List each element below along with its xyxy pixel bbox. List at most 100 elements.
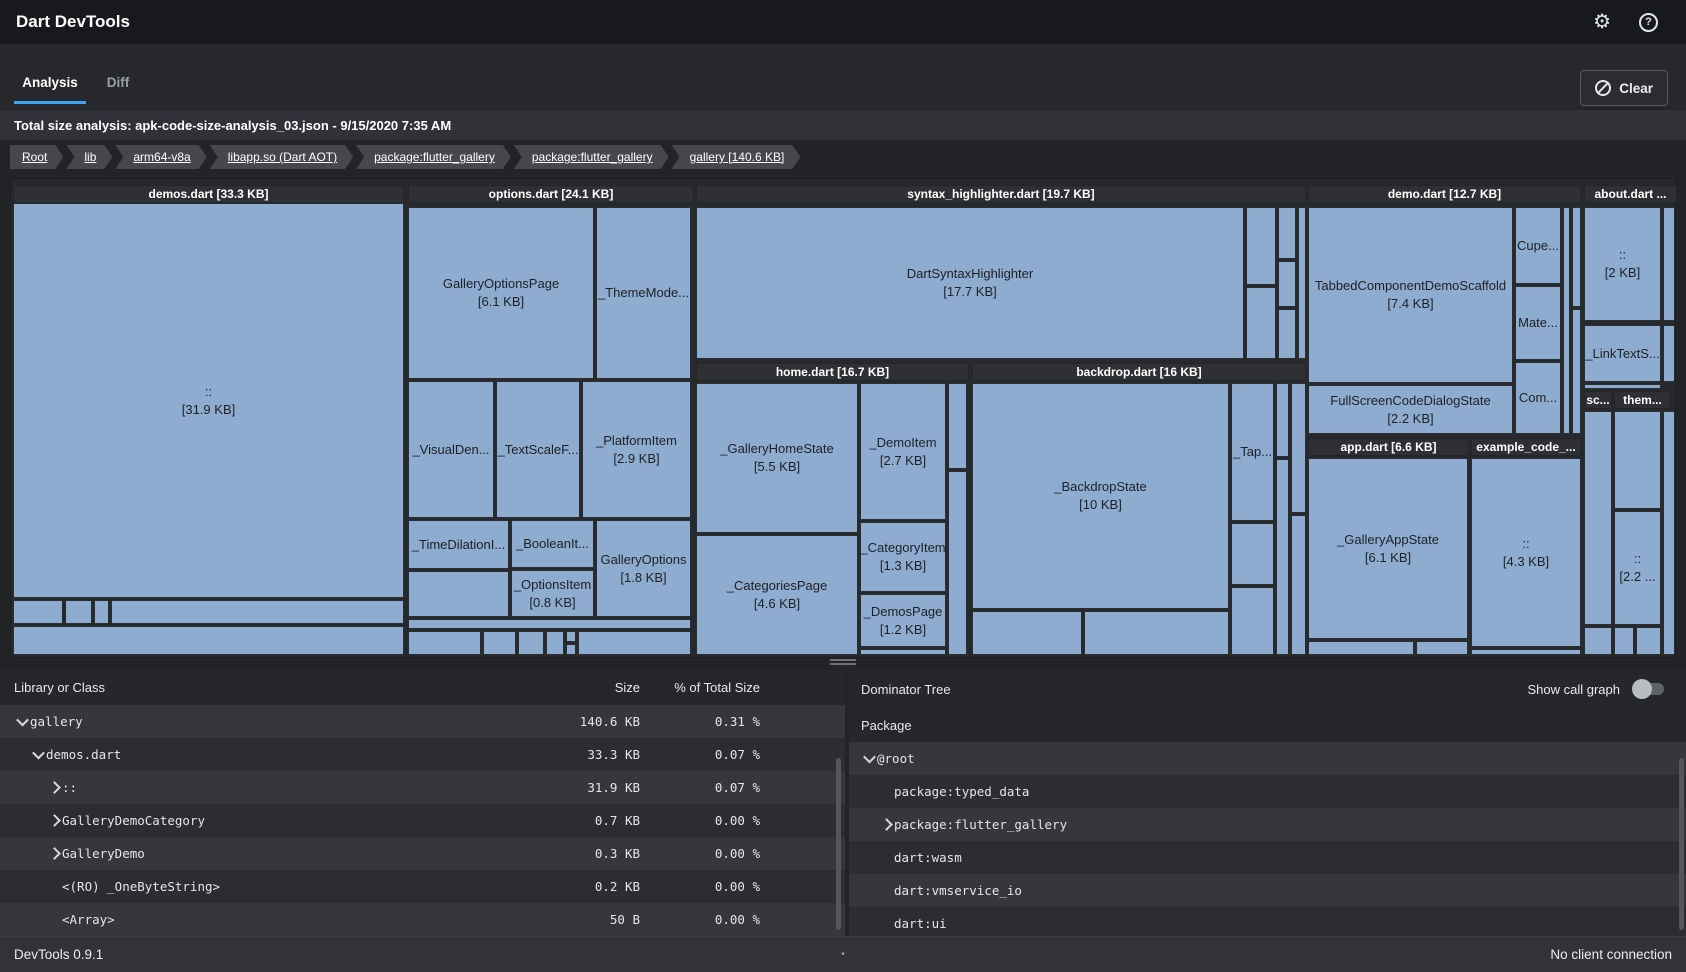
treemap-section-header[interactable]: backdrop.dart [16 KB] bbox=[972, 363, 1306, 381]
treemap-cell[interactable]: DartSyntaxHighlighter[17.7 KB] bbox=[696, 207, 1244, 359]
treemap-cell[interactable] bbox=[972, 611, 1082, 655]
breadcrumb-item[interactable]: package:flutter_gallery bbox=[356, 145, 511, 169]
treemap-cell[interactable]: _GalleryAppState[6.1 KB] bbox=[1308, 458, 1468, 639]
chevron-right-icon[interactable] bbox=[46, 849, 62, 858]
treemap-cell[interactable] bbox=[566, 631, 576, 642]
treemap-cell[interactable]: _OptionsItem[0.8 KB] bbox=[511, 570, 594, 617]
treemap-cell[interactable] bbox=[1298, 207, 1306, 359]
tree-row[interactable]: dart:vmservice_io bbox=[849, 874, 1686, 907]
breadcrumb-item[interactable]: gallery [140.6 KB] bbox=[672, 145, 801, 169]
column-pct-of-total-size[interactable]: % of Total Size bbox=[640, 680, 760, 695]
tree-row[interactable]: @root bbox=[849, 742, 1686, 775]
treemap-cell[interactable] bbox=[1572, 207, 1581, 307]
treemap-cell[interactable]: GalleryOptions[1.8 KB] bbox=[596, 520, 691, 617]
treemap-cell[interactable] bbox=[1636, 627, 1661, 655]
treemap-cell[interactable]: ::[2 KB] bbox=[1584, 207, 1661, 321]
tab-diff[interactable]: Diff bbox=[96, 66, 140, 104]
treemap-cell[interactable] bbox=[1276, 383, 1289, 457]
left-panel-scrollbar[interactable] bbox=[836, 758, 841, 930]
treemap-cell[interactable] bbox=[1416, 641, 1468, 655]
treemap-cell[interactable] bbox=[1663, 207, 1675, 321]
treemap-cell[interactable]: _CategoryItem[1.3 KB] bbox=[860, 522, 946, 592]
package-column-label[interactable]: Package bbox=[861, 718, 912, 733]
column-library-or-class[interactable]: Library or Class bbox=[14, 680, 530, 695]
chevron-down-icon[interactable] bbox=[14, 717, 30, 726]
treemap-cell[interactable]: _VisualDen... bbox=[408, 381, 494, 518]
treemap-cell[interactable] bbox=[1084, 611, 1229, 655]
treemap-section-header[interactable]: syntax_highlighter.dart [19.7 KB] bbox=[696, 185, 1306, 203]
settings-gear-icon[interactable]: ⚙ bbox=[1593, 12, 1611, 32]
treemap-cell[interactable]: TabbedComponentDemoScaffold[7.4 KB] bbox=[1308, 207, 1513, 383]
treemap-cell[interactable] bbox=[13, 626, 404, 655]
treemap-cell[interactable] bbox=[1584, 411, 1612, 625]
treemap-cell[interactable] bbox=[1291, 383, 1306, 513]
treemap-cell[interactable] bbox=[1231, 587, 1274, 655]
treemap-cell[interactable]: _TimeDilationI... bbox=[408, 520, 509, 569]
treemap-cell[interactable]: _GalleryHomeState[5.5 KB] bbox=[696, 383, 858, 533]
treemap-cell[interactable]: _TextScaleF... bbox=[496, 381, 580, 518]
treemap-cell[interactable] bbox=[111, 600, 404, 624]
treemap-cell[interactable] bbox=[1614, 627, 1634, 655]
treemap-section-header[interactable]: example_code_... bbox=[1471, 438, 1581, 456]
chevron-down-icon[interactable] bbox=[861, 754, 877, 763]
treemap-cell[interactable] bbox=[578, 631, 691, 655]
treemap-cell[interactable]: ::[4.3 KB] bbox=[1471, 458, 1581, 647]
treemap-section-header[interactable]: home.dart [16.7 KB] bbox=[696, 363, 969, 381]
treemap-cell[interactable] bbox=[94, 600, 109, 624]
treemap-cell[interactable] bbox=[948, 471, 967, 655]
treemap-cell[interactable]: Mate... bbox=[1515, 286, 1561, 360]
treemap-cell[interactable]: Com... bbox=[1515, 362, 1561, 434]
treemap-cell[interactable] bbox=[483, 631, 516, 655]
splitter-handle[interactable] bbox=[830, 659, 856, 661]
treemap-cell[interactable]: _ThemeMode... bbox=[596, 207, 691, 379]
treemap-cell[interactable] bbox=[546, 631, 564, 655]
treemap-cell[interactable] bbox=[1614, 411, 1661, 509]
treemap-cell[interactable] bbox=[1663, 411, 1675, 655]
treemap-section-header[interactable]: sc... bbox=[1584, 391, 1612, 409]
treemap-cell[interactable]: FullScreenCodeDialogState[2.2 KB] bbox=[1308, 385, 1513, 434]
treemap-cell[interactable]: _DemosPage[1.2 KB] bbox=[860, 594, 946, 647]
column-size[interactable]: Size bbox=[530, 680, 640, 695]
treemap-section-header[interactable]: options.dart [24.1 KB] bbox=[408, 185, 694, 203]
treemap-cell[interactable] bbox=[408, 631, 481, 655]
breadcrumb-item[interactable]: package:flutter_gallery bbox=[514, 145, 669, 169]
treemap-cell[interactable] bbox=[1246, 207, 1276, 285]
treemap-cell[interactable] bbox=[1276, 459, 1289, 655]
treemap-section-header[interactable]: app.dart [6.6 KB] bbox=[1308, 438, 1469, 456]
treemap-section-header[interactable]: them... bbox=[1614, 391, 1671, 409]
table-row[interactable]: demos.dart33.3 KB0.07 % bbox=[0, 738, 845, 771]
treemap-cell[interactable] bbox=[1663, 325, 1675, 382]
treemap-section-header[interactable]: demos.dart [33.3 KB] bbox=[13, 185, 404, 203]
treemap-cell[interactable]: _PlatformItem[2.9 KB] bbox=[582, 381, 691, 518]
breadcrumb-item[interactable]: libapp.so (Dart AOT) bbox=[210, 145, 353, 169]
tab-analysis[interactable]: Analysis bbox=[14, 66, 86, 104]
tree-row[interactable]: dart:ui bbox=[849, 907, 1686, 936]
treemap-cell[interactable] bbox=[408, 571, 509, 617]
treemap-cell[interactable]: _Tap... bbox=[1231, 383, 1274, 521]
treemap-cell[interactable] bbox=[1278, 261, 1296, 307]
treemap-cell[interactable] bbox=[566, 644, 576, 655]
tree-row[interactable]: package:flutter_gallery bbox=[849, 808, 1686, 841]
treemap-cell[interactable] bbox=[1246, 287, 1276, 359]
breadcrumb-item[interactable]: Root bbox=[10, 145, 63, 169]
treemap-cell[interactable] bbox=[1572, 309, 1581, 434]
treemap-cell[interactable] bbox=[1471, 649, 1581, 655]
tree-row[interactable]: dart:wasm bbox=[849, 841, 1686, 874]
breadcrumb-item[interactable]: lib bbox=[66, 145, 112, 169]
treemap-cell[interactable] bbox=[1563, 207, 1570, 434]
treemap-cell[interactable]: GalleryOptionsPage[6.1 KB] bbox=[408, 207, 594, 379]
treemap-cell[interactable] bbox=[1291, 515, 1306, 655]
treemap-cell[interactable] bbox=[408, 619, 691, 629]
breadcrumb-item[interactable]: arm64-v8a bbox=[115, 145, 206, 169]
chevron-right-icon[interactable] bbox=[46, 783, 62, 792]
help-icon[interactable]: ? bbox=[1639, 13, 1658, 32]
right-panel-scrollbar[interactable] bbox=[1679, 758, 1684, 930]
table-row[interactable]: GalleryDemoCategory0.7 KB0.00 % bbox=[0, 804, 845, 837]
treemap-cell[interactable]: _LinkTextS... bbox=[1584, 325, 1661, 382]
treemap-cell[interactable]: ::[2.2 ... bbox=[1614, 511, 1661, 625]
treemap-cell[interactable] bbox=[13, 600, 63, 624]
treemap-section-header[interactable]: about.dart ... bbox=[1584, 185, 1677, 203]
treemap-cell[interactable] bbox=[1584, 627, 1612, 655]
treemap-cell[interactable] bbox=[518, 631, 544, 655]
treemap-cell[interactable] bbox=[1584, 384, 1661, 389]
